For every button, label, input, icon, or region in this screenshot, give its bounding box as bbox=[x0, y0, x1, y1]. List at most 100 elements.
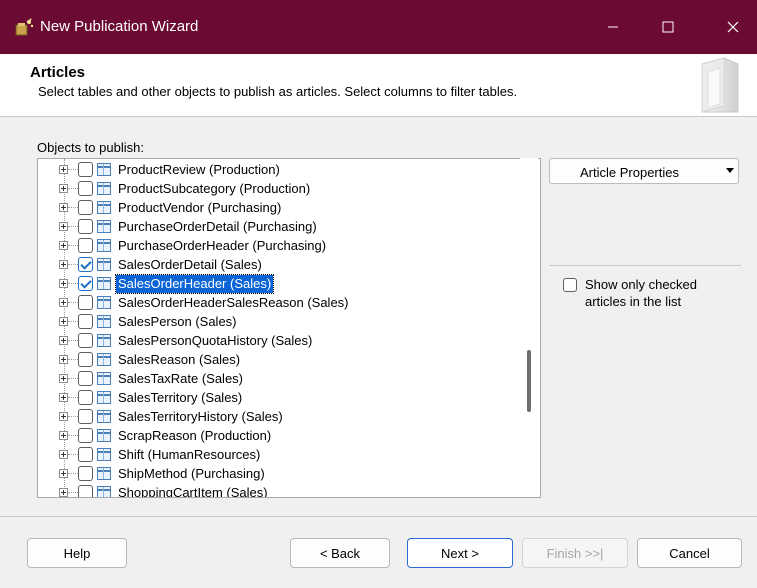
minimize-button[interactable] bbox=[590, 0, 636, 54]
page-description: Select tables and other objects to publi… bbox=[38, 84, 518, 99]
table-icon bbox=[97, 258, 111, 271]
maximize-button[interactable] bbox=[645, 0, 691, 54]
cancel-button[interactable]: Cancel bbox=[637, 538, 742, 568]
tree-item-label[interactable]: ShoppingCartItem (Sales) bbox=[116, 484, 270, 497]
article-checkbox[interactable] bbox=[78, 466, 93, 481]
show-only-checked-option[interactable]: Show only checked articles in the list bbox=[549, 276, 739, 316]
article-properties-dropdown[interactable]: Article Properties bbox=[549, 158, 739, 184]
article-checkbox[interactable] bbox=[78, 257, 93, 272]
objects-tree[interactable]: ProductReview (Production) ProductSubcate… bbox=[37, 158, 541, 498]
tree-item-label[interactable]: SalesOrderDetail (Sales) bbox=[116, 256, 264, 274]
article-checkbox[interactable] bbox=[78, 447, 93, 462]
article-checkbox[interactable] bbox=[78, 276, 93, 291]
expand-icon[interactable] bbox=[59, 488, 68, 497]
tree-row[interactable]: ShoppingCartItem (Sales) bbox=[38, 484, 518, 497]
tree-row[interactable]: ProductSubcategory (Production) bbox=[38, 180, 518, 198]
tree-item-label[interactable]: Shift (HumanResources) bbox=[116, 446, 262, 464]
expand-icon[interactable] bbox=[59, 355, 68, 364]
article-checkbox[interactable] bbox=[78, 333, 93, 348]
tree-connector-line bbox=[68, 454, 78, 455]
expand-icon[interactable] bbox=[59, 184, 68, 193]
expand-icon[interactable] bbox=[59, 222, 68, 231]
article-checkbox[interactable] bbox=[78, 314, 93, 329]
tree-item-label[interactable]: ScrapReason (Production) bbox=[116, 427, 273, 445]
tree-row[interactable]: PurchaseOrderHeader (Purchasing) bbox=[38, 237, 518, 255]
table-icon bbox=[97, 429, 111, 442]
tree-connector-line bbox=[68, 188, 78, 189]
article-checkbox[interactable] bbox=[78, 200, 93, 215]
help-button[interactable]: Help bbox=[27, 538, 127, 568]
article-checkbox[interactable] bbox=[78, 238, 93, 253]
tree-row[interactable]: SalesReason (Sales) bbox=[38, 351, 518, 369]
tree-item-label[interactable]: SalesPersonQuotaHistory (Sales) bbox=[116, 332, 314, 350]
tree-row[interactable]: SalesPerson (Sales) bbox=[38, 313, 518, 331]
show-only-checked-checkbox[interactable] bbox=[563, 278, 577, 292]
table-icon bbox=[97, 448, 111, 461]
expand-icon[interactable] bbox=[59, 336, 68, 345]
tree-item-label[interactable]: ProductReview (Production) bbox=[116, 161, 282, 179]
article-checkbox[interactable] bbox=[78, 162, 93, 177]
tree-row[interactable]: ShipMethod (Purchasing) bbox=[38, 465, 518, 483]
tree-scrollbar[interactable] bbox=[520, 158, 538, 496]
tree-row[interactable]: Shift (HumanResources) bbox=[38, 446, 518, 464]
back-button[interactable]: < Back bbox=[290, 538, 390, 568]
tree-item-label[interactable]: SalesOrderHeader (Sales) bbox=[114, 274, 275, 294]
tree-item-label[interactable]: ShipMethod (Purchasing) bbox=[116, 465, 267, 483]
expand-icon[interactable] bbox=[59, 431, 68, 440]
tree-connector-line bbox=[68, 283, 78, 284]
tree-row[interactable]: SalesOrderHeader (Sales) bbox=[38, 274, 518, 294]
tree-row[interactable]: ProductVendor (Purchasing) bbox=[38, 199, 518, 217]
tree-scrollbar-thumb[interactable] bbox=[527, 350, 531, 412]
tree-item-label[interactable]: ProductSubcategory (Production) bbox=[116, 180, 312, 198]
article-checkbox[interactable] bbox=[78, 295, 93, 310]
tree-item-label[interactable]: SalesTerritoryHistory (Sales) bbox=[116, 408, 285, 426]
article-checkbox[interactable] bbox=[78, 219, 93, 234]
tree-connector-line bbox=[68, 397, 78, 398]
article-checkbox[interactable] bbox=[78, 428, 93, 443]
close-button[interactable] bbox=[710, 0, 756, 54]
maximize-icon bbox=[662, 21, 674, 33]
tree-item-label[interactable]: ProductVendor (Purchasing) bbox=[116, 199, 283, 217]
tree-item-label[interactable]: SalesTerritory (Sales) bbox=[116, 389, 244, 407]
article-checkbox[interactable] bbox=[78, 371, 93, 386]
tree-item-label[interactable]: SalesReason (Sales) bbox=[116, 351, 242, 369]
article-checkbox[interactable] bbox=[78, 390, 93, 405]
finish-button[interactable]: Finish >>| bbox=[522, 538, 628, 568]
expand-icon[interactable] bbox=[59, 317, 68, 326]
tree-row[interactable]: ScrapReason (Production) bbox=[38, 427, 518, 445]
expand-icon[interactable] bbox=[59, 241, 68, 250]
article-checkbox[interactable] bbox=[78, 485, 93, 497]
expand-icon[interactable] bbox=[59, 374, 68, 383]
tree-item-label[interactable]: SalesPerson (Sales) bbox=[116, 313, 239, 331]
tree-row[interactable]: SalesOrderHeaderSalesReason (Sales) bbox=[38, 294, 518, 312]
tree-connector-line bbox=[68, 169, 78, 170]
article-checkbox[interactable] bbox=[78, 352, 93, 367]
expand-icon[interactable] bbox=[59, 279, 68, 288]
expand-icon[interactable] bbox=[59, 165, 68, 174]
tree-row[interactable]: SalesTaxRate (Sales) bbox=[38, 370, 518, 388]
tree-connector-line bbox=[68, 226, 78, 227]
tree-item-label[interactable]: PurchaseOrderDetail (Purchasing) bbox=[116, 218, 319, 236]
tree-row[interactable]: ProductReview (Production) bbox=[38, 161, 518, 179]
tree-row[interactable]: SalesOrderDetail (Sales) bbox=[38, 256, 518, 274]
new-publication-wizard-window: New Publication Wizard Articles Select t… bbox=[0, 0, 757, 588]
tree-row[interactable]: SalesTerritoryHistory (Sales) bbox=[38, 408, 518, 426]
tree-row[interactable]: SalesPersonQuotaHistory (Sales) bbox=[38, 332, 518, 350]
expand-icon[interactable] bbox=[59, 298, 68, 307]
article-checkbox[interactable] bbox=[78, 181, 93, 196]
title-bar: New Publication Wizard bbox=[0, 0, 757, 54]
tree-row[interactable]: SalesTerritory (Sales) bbox=[38, 389, 518, 407]
expand-icon[interactable] bbox=[59, 412, 68, 421]
tree-connector-line bbox=[68, 359, 78, 360]
tree-item-label[interactable]: SalesTaxRate (Sales) bbox=[116, 370, 245, 388]
article-checkbox[interactable] bbox=[78, 409, 93, 424]
expand-icon[interactable] bbox=[59, 469, 68, 478]
next-button[interactable]: Next > bbox=[407, 538, 513, 568]
expand-icon[interactable] bbox=[59, 203, 68, 212]
expand-icon[interactable] bbox=[59, 393, 68, 402]
expand-icon[interactable] bbox=[59, 260, 68, 269]
expand-icon[interactable] bbox=[59, 450, 68, 459]
tree-item-label[interactable]: PurchaseOrderHeader (Purchasing) bbox=[116, 237, 328, 255]
tree-item-label[interactable]: SalesOrderHeaderSalesReason (Sales) bbox=[116, 294, 351, 312]
tree-row[interactable]: PurchaseOrderDetail (Purchasing) bbox=[38, 218, 518, 236]
